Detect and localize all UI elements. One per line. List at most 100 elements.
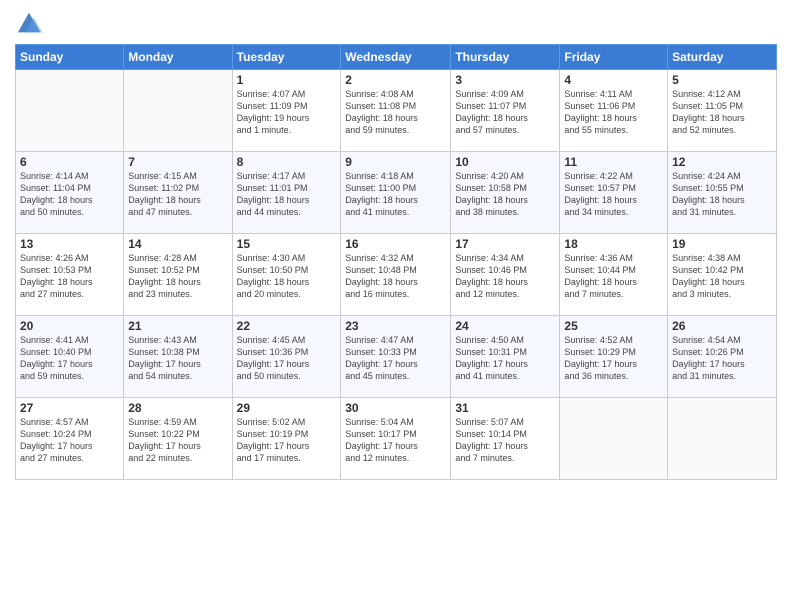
day-number: 30 [345, 401, 446, 415]
calendar-week-row: 1Sunrise: 4:07 AM Sunset: 11:09 PM Dayli… [16, 70, 777, 152]
calendar-cell: 29Sunrise: 5:02 AM Sunset: 10:19 PM Dayl… [232, 398, 341, 480]
calendar-cell: 3Sunrise: 4:09 AM Sunset: 11:07 PM Dayli… [451, 70, 560, 152]
day-info: Sunrise: 4:18 AM Sunset: 11:00 PM Daylig… [345, 170, 446, 219]
day-info: Sunrise: 4:38 AM Sunset: 10:42 PM Daylig… [672, 252, 772, 301]
logo-icon [15, 10, 43, 38]
calendar-cell: 5Sunrise: 4:12 AM Sunset: 11:05 PM Dayli… [668, 70, 777, 152]
day-info: Sunrise: 5:07 AM Sunset: 10:14 PM Daylig… [455, 416, 555, 465]
day-info: Sunrise: 4:22 AM Sunset: 10:57 PM Daylig… [564, 170, 663, 219]
day-info: Sunrise: 4:20 AM Sunset: 10:58 PM Daylig… [455, 170, 555, 219]
calendar-week-row: 13Sunrise: 4:26 AM Sunset: 10:53 PM Dayl… [16, 234, 777, 316]
day-info: Sunrise: 4:52 AM Sunset: 10:29 PM Daylig… [564, 334, 663, 383]
day-number: 22 [237, 319, 337, 333]
day-number: 20 [20, 319, 119, 333]
day-number: 5 [672, 73, 772, 87]
day-number: 16 [345, 237, 446, 251]
day-number: 13 [20, 237, 119, 251]
weekday-header-monday: Monday [124, 45, 232, 70]
day-number: 7 [128, 155, 227, 169]
calendar-cell: 21Sunrise: 4:43 AM Sunset: 10:38 PM Dayl… [124, 316, 232, 398]
day-info: Sunrise: 4:54 AM Sunset: 10:26 PM Daylig… [672, 334, 772, 383]
day-number: 19 [672, 237, 772, 251]
calendar-week-row: 20Sunrise: 4:41 AM Sunset: 10:40 PM Dayl… [16, 316, 777, 398]
day-number: 8 [237, 155, 337, 169]
day-info: Sunrise: 4:11 AM Sunset: 11:06 PM Daylig… [564, 88, 663, 137]
calendar-cell: 14Sunrise: 4:28 AM Sunset: 10:52 PM Dayl… [124, 234, 232, 316]
calendar-week-row: 6Sunrise: 4:14 AM Sunset: 11:04 PM Dayli… [16, 152, 777, 234]
weekday-header-friday: Friday [560, 45, 668, 70]
day-info: Sunrise: 4:50 AM Sunset: 10:31 PM Daylig… [455, 334, 555, 383]
day-number: 11 [564, 155, 663, 169]
calendar-cell: 10Sunrise: 4:20 AM Sunset: 10:58 PM Dayl… [451, 152, 560, 234]
day-number: 9 [345, 155, 446, 169]
day-info: Sunrise: 4:47 AM Sunset: 10:33 PM Daylig… [345, 334, 446, 383]
calendar-cell: 27Sunrise: 4:57 AM Sunset: 10:24 PM Dayl… [16, 398, 124, 480]
weekday-header-row: SundayMondayTuesdayWednesdayThursdayFrid… [16, 45, 777, 70]
calendar-cell: 30Sunrise: 5:04 AM Sunset: 10:17 PM Dayl… [341, 398, 451, 480]
day-number: 28 [128, 401, 227, 415]
calendar-cell [16, 70, 124, 152]
calendar-cell: 13Sunrise: 4:26 AM Sunset: 10:53 PM Dayl… [16, 234, 124, 316]
day-number: 26 [672, 319, 772, 333]
calendar-cell: 11Sunrise: 4:22 AM Sunset: 10:57 PM Dayl… [560, 152, 668, 234]
day-info: Sunrise: 4:26 AM Sunset: 10:53 PM Daylig… [20, 252, 119, 301]
calendar-cell: 15Sunrise: 4:30 AM Sunset: 10:50 PM Dayl… [232, 234, 341, 316]
day-number: 4 [564, 73, 663, 87]
calendar-cell: 9Sunrise: 4:18 AM Sunset: 11:00 PM Dayli… [341, 152, 451, 234]
calendar-cell [668, 398, 777, 480]
calendar-cell: 4Sunrise: 4:11 AM Sunset: 11:06 PM Dayli… [560, 70, 668, 152]
weekday-header-wednesday: Wednesday [341, 45, 451, 70]
calendar-cell: 6Sunrise: 4:14 AM Sunset: 11:04 PM Dayli… [16, 152, 124, 234]
calendar-cell [560, 398, 668, 480]
day-info: Sunrise: 4:36 AM Sunset: 10:44 PM Daylig… [564, 252, 663, 301]
calendar-cell: 25Sunrise: 4:52 AM Sunset: 10:29 PM Dayl… [560, 316, 668, 398]
day-info: Sunrise: 4:24 AM Sunset: 10:55 PM Daylig… [672, 170, 772, 219]
day-number: 18 [564, 237, 663, 251]
day-info: Sunrise: 4:34 AM Sunset: 10:46 PM Daylig… [455, 252, 555, 301]
page: SundayMondayTuesdayWednesdayThursdayFrid… [0, 0, 792, 612]
calendar-table: SundayMondayTuesdayWednesdayThursdayFrid… [15, 44, 777, 480]
day-info: Sunrise: 4:17 AM Sunset: 11:01 PM Daylig… [237, 170, 337, 219]
calendar-cell: 2Sunrise: 4:08 AM Sunset: 11:08 PM Dayli… [341, 70, 451, 152]
calendar-cell: 31Sunrise: 5:07 AM Sunset: 10:14 PM Dayl… [451, 398, 560, 480]
day-info: Sunrise: 4:09 AM Sunset: 11:07 PM Daylig… [455, 88, 555, 137]
day-number: 2 [345, 73, 446, 87]
day-info: Sunrise: 4:07 AM Sunset: 11:09 PM Daylig… [237, 88, 337, 137]
calendar-week-row: 27Sunrise: 4:57 AM Sunset: 10:24 PM Dayl… [16, 398, 777, 480]
day-number: 3 [455, 73, 555, 87]
calendar-cell: 22Sunrise: 4:45 AM Sunset: 10:36 PM Dayl… [232, 316, 341, 398]
calendar-cell: 7Sunrise: 4:15 AM Sunset: 11:02 PM Dayli… [124, 152, 232, 234]
calendar-cell: 19Sunrise: 4:38 AM Sunset: 10:42 PM Dayl… [668, 234, 777, 316]
calendar-cell: 1Sunrise: 4:07 AM Sunset: 11:09 PM Dayli… [232, 70, 341, 152]
day-number: 27 [20, 401, 119, 415]
day-info: Sunrise: 4:57 AM Sunset: 10:24 PM Daylig… [20, 416, 119, 465]
day-info: Sunrise: 4:32 AM Sunset: 10:48 PM Daylig… [345, 252, 446, 301]
header [15, 10, 777, 38]
day-number: 25 [564, 319, 663, 333]
day-number: 10 [455, 155, 555, 169]
day-info: Sunrise: 4:43 AM Sunset: 10:38 PM Daylig… [128, 334, 227, 383]
day-number: 15 [237, 237, 337, 251]
day-number: 14 [128, 237, 227, 251]
calendar-cell [124, 70, 232, 152]
day-number: 29 [237, 401, 337, 415]
day-number: 6 [20, 155, 119, 169]
weekday-header-thursday: Thursday [451, 45, 560, 70]
calendar-cell: 24Sunrise: 4:50 AM Sunset: 10:31 PM Dayl… [451, 316, 560, 398]
logo [15, 10, 47, 38]
day-number: 23 [345, 319, 446, 333]
day-number: 1 [237, 73, 337, 87]
calendar-cell: 16Sunrise: 4:32 AM Sunset: 10:48 PM Dayl… [341, 234, 451, 316]
calendar-cell: 23Sunrise: 4:47 AM Sunset: 10:33 PM Dayl… [341, 316, 451, 398]
calendar-cell: 28Sunrise: 4:59 AM Sunset: 10:22 PM Dayl… [124, 398, 232, 480]
day-info: Sunrise: 4:14 AM Sunset: 11:04 PM Daylig… [20, 170, 119, 219]
day-number: 17 [455, 237, 555, 251]
weekday-header-saturday: Saturday [668, 45, 777, 70]
day-number: 24 [455, 319, 555, 333]
day-info: Sunrise: 4:59 AM Sunset: 10:22 PM Daylig… [128, 416, 227, 465]
day-info: Sunrise: 4:30 AM Sunset: 10:50 PM Daylig… [237, 252, 337, 301]
day-number: 31 [455, 401, 555, 415]
day-info: Sunrise: 4:45 AM Sunset: 10:36 PM Daylig… [237, 334, 337, 383]
weekday-header-sunday: Sunday [16, 45, 124, 70]
day-info: Sunrise: 5:02 AM Sunset: 10:19 PM Daylig… [237, 416, 337, 465]
